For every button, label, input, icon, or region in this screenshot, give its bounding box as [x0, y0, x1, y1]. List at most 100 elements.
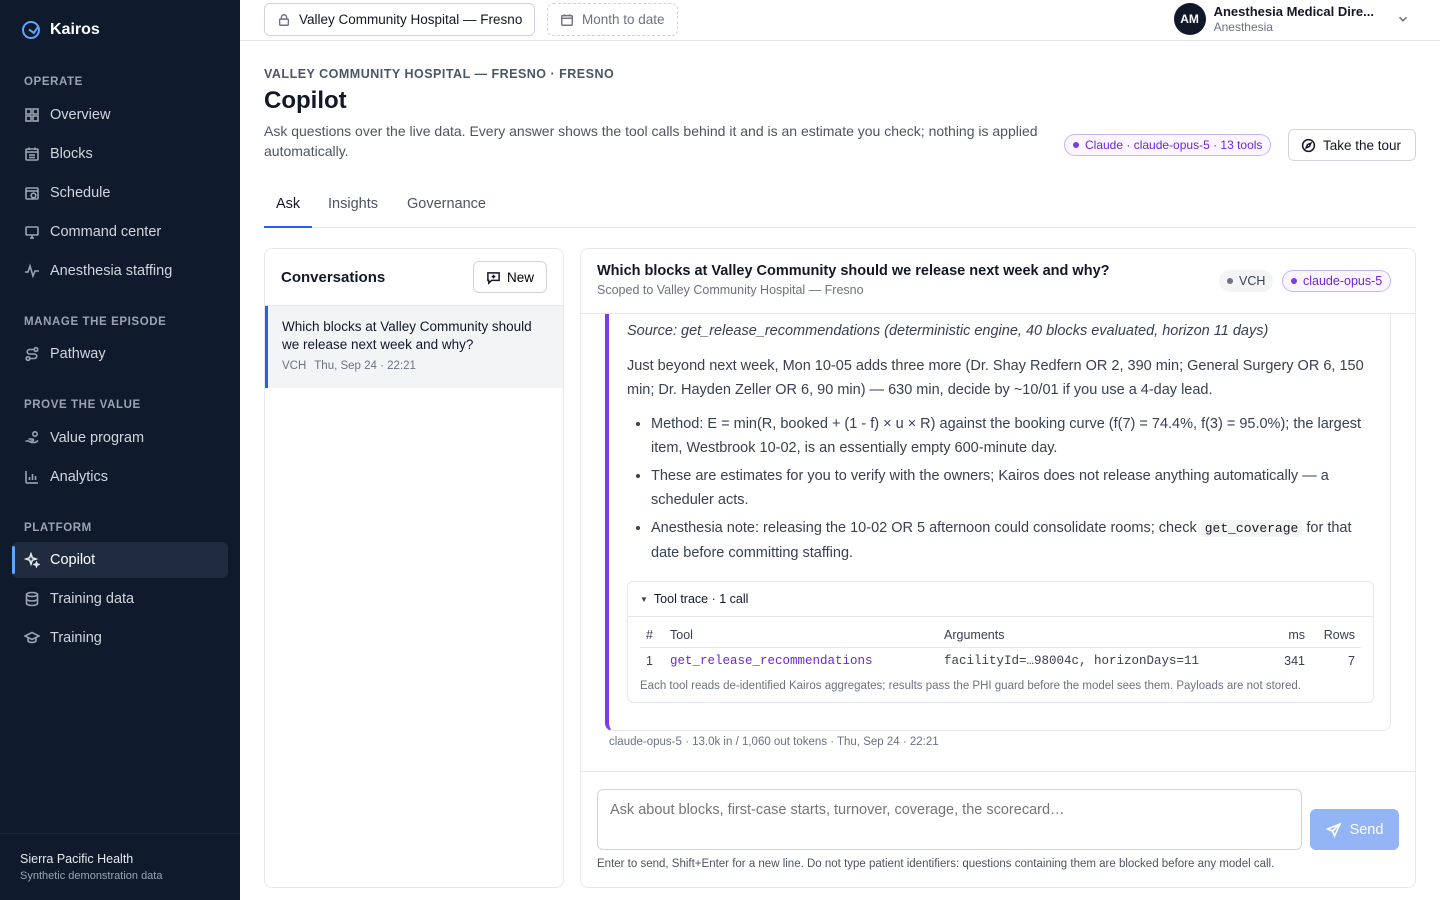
sidebar-item-label: Blocks — [50, 146, 93, 162]
tool-trace-title: Tool trace · 1 call — [653, 592, 749, 606]
conversations-title: Conversations — [281, 268, 386, 286]
nav-section-manage-episode: MANAGE THE EPISODE — [24, 316, 167, 328]
chat-header: Which blocks at Valley Community should … — [581, 249, 1415, 314]
take-tour-label: Take the tour — [1323, 137, 1402, 153]
sidebar-item-anesthesia-staffing[interactable]: Anesthesia staffing — [12, 253, 228, 289]
sidebar-item-label: Schedule — [50, 185, 111, 201]
model-badge: Claude · claude-opus-5 · 13 tools — [1064, 134, 1272, 156]
page-title: Copilot — [264, 87, 347, 114]
sidebar-item-training[interactable]: Training — [12, 620, 228, 656]
cell-ms: 341 — [1284, 654, 1305, 668]
calendar-icon — [561, 13, 573, 26]
sidebar-item-overview[interactable]: Overview — [12, 97, 228, 133]
conversation-text: Which blocks at Valley Community should … — [282, 319, 532, 352]
new-conversation-button[interactable]: New — [472, 261, 547, 293]
brand-name: Kairos — [50, 21, 100, 38]
sidebar-item-label: Analytics — [50, 469, 109, 485]
sidebar-item-schedule[interactable]: Schedule — [12, 175, 228, 211]
send-button[interactable]: Send — [1310, 809, 1399, 850]
user-name: Anesthesia Medical Dire... — [1213, 4, 1374, 19]
answer-list: Method: E = min(R, booked + (1 - f) × u … — [627, 412, 1374, 565]
user-role: Anesthesia — [1213, 20, 1273, 34]
monitor-icon — [24, 224, 40, 240]
topbar: Valley Community Hospital — Fresno Month… — [240, 0, 1440, 41]
sidebar-item-label: Copilot — [50, 552, 96, 568]
page-description: Ask questions over the live data. Every … — [264, 123, 1038, 159]
sidebar-item-label: Anesthesia staffing — [50, 263, 173, 279]
chat-question: Which blocks at Valley Community should … — [597, 263, 1110, 279]
chat-panel: Which blocks at Valley Community should … — [580, 248, 1416, 888]
col-header: # — [640, 623, 664, 648]
col-header: Rows — [1311, 623, 1361, 648]
cell-args: facilityId=…98004c, horizonDays=11 — [944, 654, 1200, 668]
conversation-time: Thu, Sep 24 · 22:21 — [314, 360, 416, 372]
message-plus-icon — [487, 271, 500, 285]
sidebar-item-label: Value program — [50, 430, 145, 446]
answer-meta: claude-opus-5 · 13.0k in / 1,060 out tok… — [609, 736, 939, 748]
model-chip-label: claude-opus-5 — [1303, 274, 1383, 288]
model-badge-label: Claude · claude-opus-5 · 13 tools — [1085, 138, 1263, 152]
site-chip-label: VCH — [1239, 274, 1266, 288]
calendar-grid-icon — [24, 146, 40, 162]
conversation-item[interactable]: Which blocks at Valley Community should … — [265, 306, 563, 388]
table-row: 1 get_release_recommendations facilityId… — [640, 648, 1361, 675]
chat-scope: Scoped to Valley Community Hospital — Fr… — [597, 283, 864, 297]
sidebar-item-label: Overview — [50, 107, 111, 123]
period-selector[interactable]: Month to date — [547, 3, 678, 36]
answer-bullet: These are estimates for you to verify wi… — [651, 464, 1374, 512]
period-label: Month to date — [582, 12, 665, 27]
org-name: Sierra Pacific Health — [20, 852, 134, 866]
nav-section-prove-value: PROVE THE VALUE — [24, 399, 141, 411]
composer: Send Enter to send, Shift+Enter for a ne… — [581, 771, 1415, 887]
brand[interactable]: Kairos — [22, 21, 100, 39]
sidebar-item-blocks[interactable]: Blocks — [12, 136, 228, 172]
answer-bullet: Anesthesia note: releasing the 10-02 OR … — [651, 516, 1374, 565]
new-conversation-label: New — [506, 269, 534, 285]
cell-index: 1 — [646, 654, 653, 668]
tab-ask[interactable]: Ask — [264, 186, 313, 228]
tab-governance[interactable]: Governance — [395, 186, 498, 228]
avatar: AM — [1173, 3, 1206, 35]
conversations-header: Conversations New — [265, 249, 563, 306]
answer-source: Source: get_release_recommendations (det… — [627, 323, 1269, 339]
org-subtitle: Synthetic demonstration data — [20, 870, 163, 882]
facility-selector[interactable]: Valley Community Hospital — Fresno — [264, 3, 536, 36]
nav-section-platform: PLATFORM — [24, 522, 92, 534]
sidebar-item-copilot[interactable]: Copilot — [12, 542, 228, 578]
assistant-answer: Source: get_release_recommendations (det… — [605, 314, 1391, 731]
sidebar-item-analytics[interactable]: Analytics — [12, 459, 228, 495]
col-header: Tool — [664, 623, 938, 648]
tabs: Ask Insights Governance — [264, 186, 1416, 228]
status-dot-icon — [1073, 142, 1079, 148]
conversations-panel: Conversations New Which blocks at Valley… — [264, 248, 564, 888]
site-chip: VCH — [1219, 270, 1274, 292]
answer-bullet: Method: E = min(R, booked + (1 - f) × u … — [651, 412, 1374, 460]
sidebar-item-training-data[interactable]: Training data — [12, 581, 228, 617]
sidebar-item-label: Pathway — [50, 346, 106, 362]
nav-section-operate: OPERATE — [24, 76, 83, 88]
hand-coins-icon — [24, 430, 40, 446]
site-dot-icon — [1227, 278, 1233, 284]
cell-tool: get_release_recommendations — [670, 654, 873, 668]
send-label: Send — [1349, 821, 1384, 838]
tab-insights[interactable]: Insights — [316, 186, 390, 228]
composer-hint: Enter to send, Shift+Enter for a new lin… — [597, 858, 1275, 870]
sidebar-item-label: Training data — [50, 591, 135, 607]
sidebar-footer: Sierra Pacific Health Synthetic demonstr… — [0, 833, 240, 900]
user-menu[interactable]: AM Anesthesia Medical Dire... Anesthesia — [1173, 3, 1410, 35]
model-chip: claude-opus-5 — [1282, 270, 1392, 292]
tool-trace-toggle[interactable]: ▼ Tool trace · 1 call — [628, 582, 1373, 617]
graduation-cap-icon — [24, 630, 40, 646]
send-icon — [1325, 822, 1342, 838]
col-header: ms — [1261, 623, 1311, 648]
sidebar-item-label: Training — [50, 630, 102, 646]
sparkles-icon — [24, 552, 40, 568]
sidebar-item-pathway[interactable]: Pathway — [12, 336, 228, 372]
bar-chart-icon — [24, 469, 40, 485]
sidebar-item-value-program[interactable]: Value program — [12, 420, 228, 456]
grid-icon — [24, 107, 40, 123]
question-input[interactable] — [597, 789, 1302, 850]
take-tour-button[interactable]: Take the tour — [1288, 129, 1416, 161]
sidebar-item-command-center[interactable]: Command center — [12, 214, 228, 250]
chevron-down-icon — [1398, 16, 1408, 22]
